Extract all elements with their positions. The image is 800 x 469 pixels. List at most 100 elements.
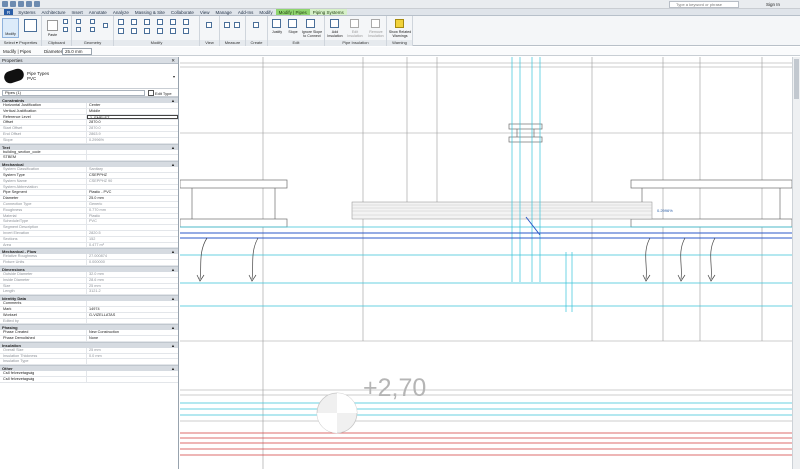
property-group-header[interactable]: Other ▲ [0, 365, 178, 372]
tab-architecture[interactable]: Architecture [39, 9, 69, 15]
scale-icon[interactable] [183, 19, 189, 25]
tab-analyze[interactable]: Analyze [110, 9, 132, 15]
property-value[interactable] [87, 155, 178, 160]
property-value[interactable]: None [87, 336, 178, 341]
collapse-icon[interactable]: ▲ [171, 98, 175, 104]
tab-file[interactable]: R [4, 9, 14, 15]
move-icon[interactable] [118, 28, 124, 34]
property-value[interactable]: Middle [87, 109, 178, 114]
type-selector[interactable]: Pipe Types PVC ▾ [0, 64, 178, 89]
properties-label[interactable]: Properties [19, 40, 37, 45]
tab-annotate[interactable]: Annotate [86, 9, 110, 15]
tab-systems[interactable]: Systems [15, 9, 38, 15]
rotate-icon[interactable] [144, 28, 150, 34]
property-group-header[interactable]: Mechanical ▲ [0, 161, 178, 168]
wall-joins-icon[interactable] [90, 27, 95, 32]
edit-insulation-icon[interactable] [350, 19, 359, 28]
mirror-draw-icon[interactable] [157, 19, 163, 25]
property-value[interactable]: 14974 [87, 307, 178, 312]
tab-manage[interactable]: Manage [213, 9, 235, 15]
property-group-header[interactable]: Text ▲ [0, 143, 178, 151]
property-value[interactable]: 25.0 mm [87, 196, 178, 201]
collapse-icon[interactable]: ▲ [171, 267, 175, 273]
property-value[interactable] [87, 371, 178, 376]
collapse-icon[interactable]: ▲ [171, 366, 175, 372]
open-icon[interactable] [2, 1, 8, 7]
modify-button[interactable]: Modify [2, 18, 19, 38]
tab-modify[interactable]: Modify [256, 9, 275, 15]
copy-icon[interactable] [63, 27, 68, 32]
property-group-header[interactable]: Constraints ▲ [0, 97, 178, 103]
property-value[interactable]: CSEPPHZ [87, 173, 178, 178]
join-icon[interactable] [90, 19, 95, 24]
property-value[interactable]: G-VIZELLATAS [87, 313, 178, 318]
ignore-slope-icon[interactable] [306, 19, 315, 28]
property-group-header[interactable]: Mechanical - Flow ▲ [0, 248, 178, 255]
collapse-icon[interactable]: ▲ [171, 249, 175, 255]
property-group-header[interactable]: Phasing ▲ [0, 324, 178, 331]
tab-insert[interactable]: Insert [69, 9, 86, 15]
elevation-tag[interactable]: +2,70 [363, 374, 426, 403]
warning-icon[interactable] [395, 19, 404, 28]
property-value[interactable]: Plastic - PVC [87, 190, 178, 195]
instance-filter[interactable]: Pipes (1) [2, 90, 145, 96]
split-icon[interactable] [170, 19, 176, 25]
hide-icon[interactable] [206, 22, 212, 28]
property-value[interactable]: 2870.0 [87, 120, 178, 125]
slope-tag[interactable]: 0.2996% [657, 208, 673, 213]
array-icon[interactable] [170, 28, 176, 34]
property-value[interactable] [87, 377, 178, 382]
property-value[interactable] [87, 150, 178, 155]
create-similar-icon[interactable] [253, 22, 259, 28]
tab-collaborate[interactable]: Collaborate [168, 9, 197, 15]
tab-massing-site[interactable]: Massing & Site [132, 9, 168, 15]
properties-icon[interactable] [24, 19, 37, 32]
search-input[interactable]: Type a keyword or phrase [669, 1, 739, 8]
tab-add-ins[interactable]: Add-Ins [235, 9, 257, 15]
collapse-icon[interactable]: ▲ [171, 296, 175, 302]
edit-type-button[interactable]: Edit Type [148, 90, 172, 97]
split-face-icon[interactable] [103, 23, 108, 28]
property-value[interactable] [87, 301, 178, 306]
collapse-icon[interactable]: ▲ [171, 145, 175, 151]
chevron-down-icon[interactable]: ▾ [173, 74, 175, 79]
collapse-icon[interactable]: ▲ [171, 343, 175, 349]
vertical-scrollbar[interactable] [792, 57, 800, 469]
cut-geometry-icon[interactable] [76, 27, 81, 32]
offset-icon[interactable] [131, 19, 137, 25]
trim-extend-icon[interactable] [157, 28, 163, 34]
save-icon[interactable] [10, 1, 16, 7]
align-icon[interactable] [118, 19, 124, 25]
dimension-icon[interactable] [234, 22, 240, 28]
mirror-pick-icon[interactable] [144, 19, 150, 25]
scroll-thumb[interactable] [794, 59, 799, 99]
property-value[interactable]: New Construction [87, 330, 178, 335]
slope-icon[interactable] [288, 19, 297, 28]
property-group-header[interactable]: Identity Data ▲ [0, 295, 178, 302]
delete-icon[interactable] [183, 28, 189, 34]
tab-piping-systems[interactable]: Piping Systems [309, 9, 347, 15]
copy-element-icon[interactable] [131, 28, 137, 34]
paste-icon[interactable] [47, 20, 58, 31]
close-icon[interactable]: ✕ [171, 57, 175, 64]
add-insulation-icon[interactable] [330, 19, 339, 28]
collapse-icon[interactable]: ▲ [171, 162, 175, 168]
property-group-header[interactable]: Dimensions ▲ [0, 265, 178, 273]
property-value[interactable]: Center [87, 103, 178, 108]
tab-modify-pipes[interactable]: Modify | Pipes [275, 9, 310, 15]
remove-insulation-icon[interactable] [371, 19, 380, 28]
cut-icon[interactable] [63, 19, 68, 24]
justify-icon[interactable] [272, 19, 281, 28]
cope-icon[interactable] [76, 19, 81, 24]
property-row[interactable]: Cső felvezetagság [0, 377, 178, 383]
collapse-icon[interactable]: ▲ [171, 325, 175, 331]
undo-icon[interactable] [18, 1, 24, 7]
property-group-header[interactable]: Insulation ▲ [0, 341, 178, 349]
tab-view[interactable]: View [197, 9, 213, 15]
select-label[interactable]: Select ▾ [4, 40, 18, 45]
print-icon[interactable] [34, 1, 40, 7]
property-value[interactable]: 1. EMELET [87, 114, 178, 120]
measure-icon[interactable] [224, 22, 230, 28]
drawing-canvas[interactable] [180, 57, 792, 469]
diameter-select[interactable]: 25.0 mm [62, 48, 92, 55]
